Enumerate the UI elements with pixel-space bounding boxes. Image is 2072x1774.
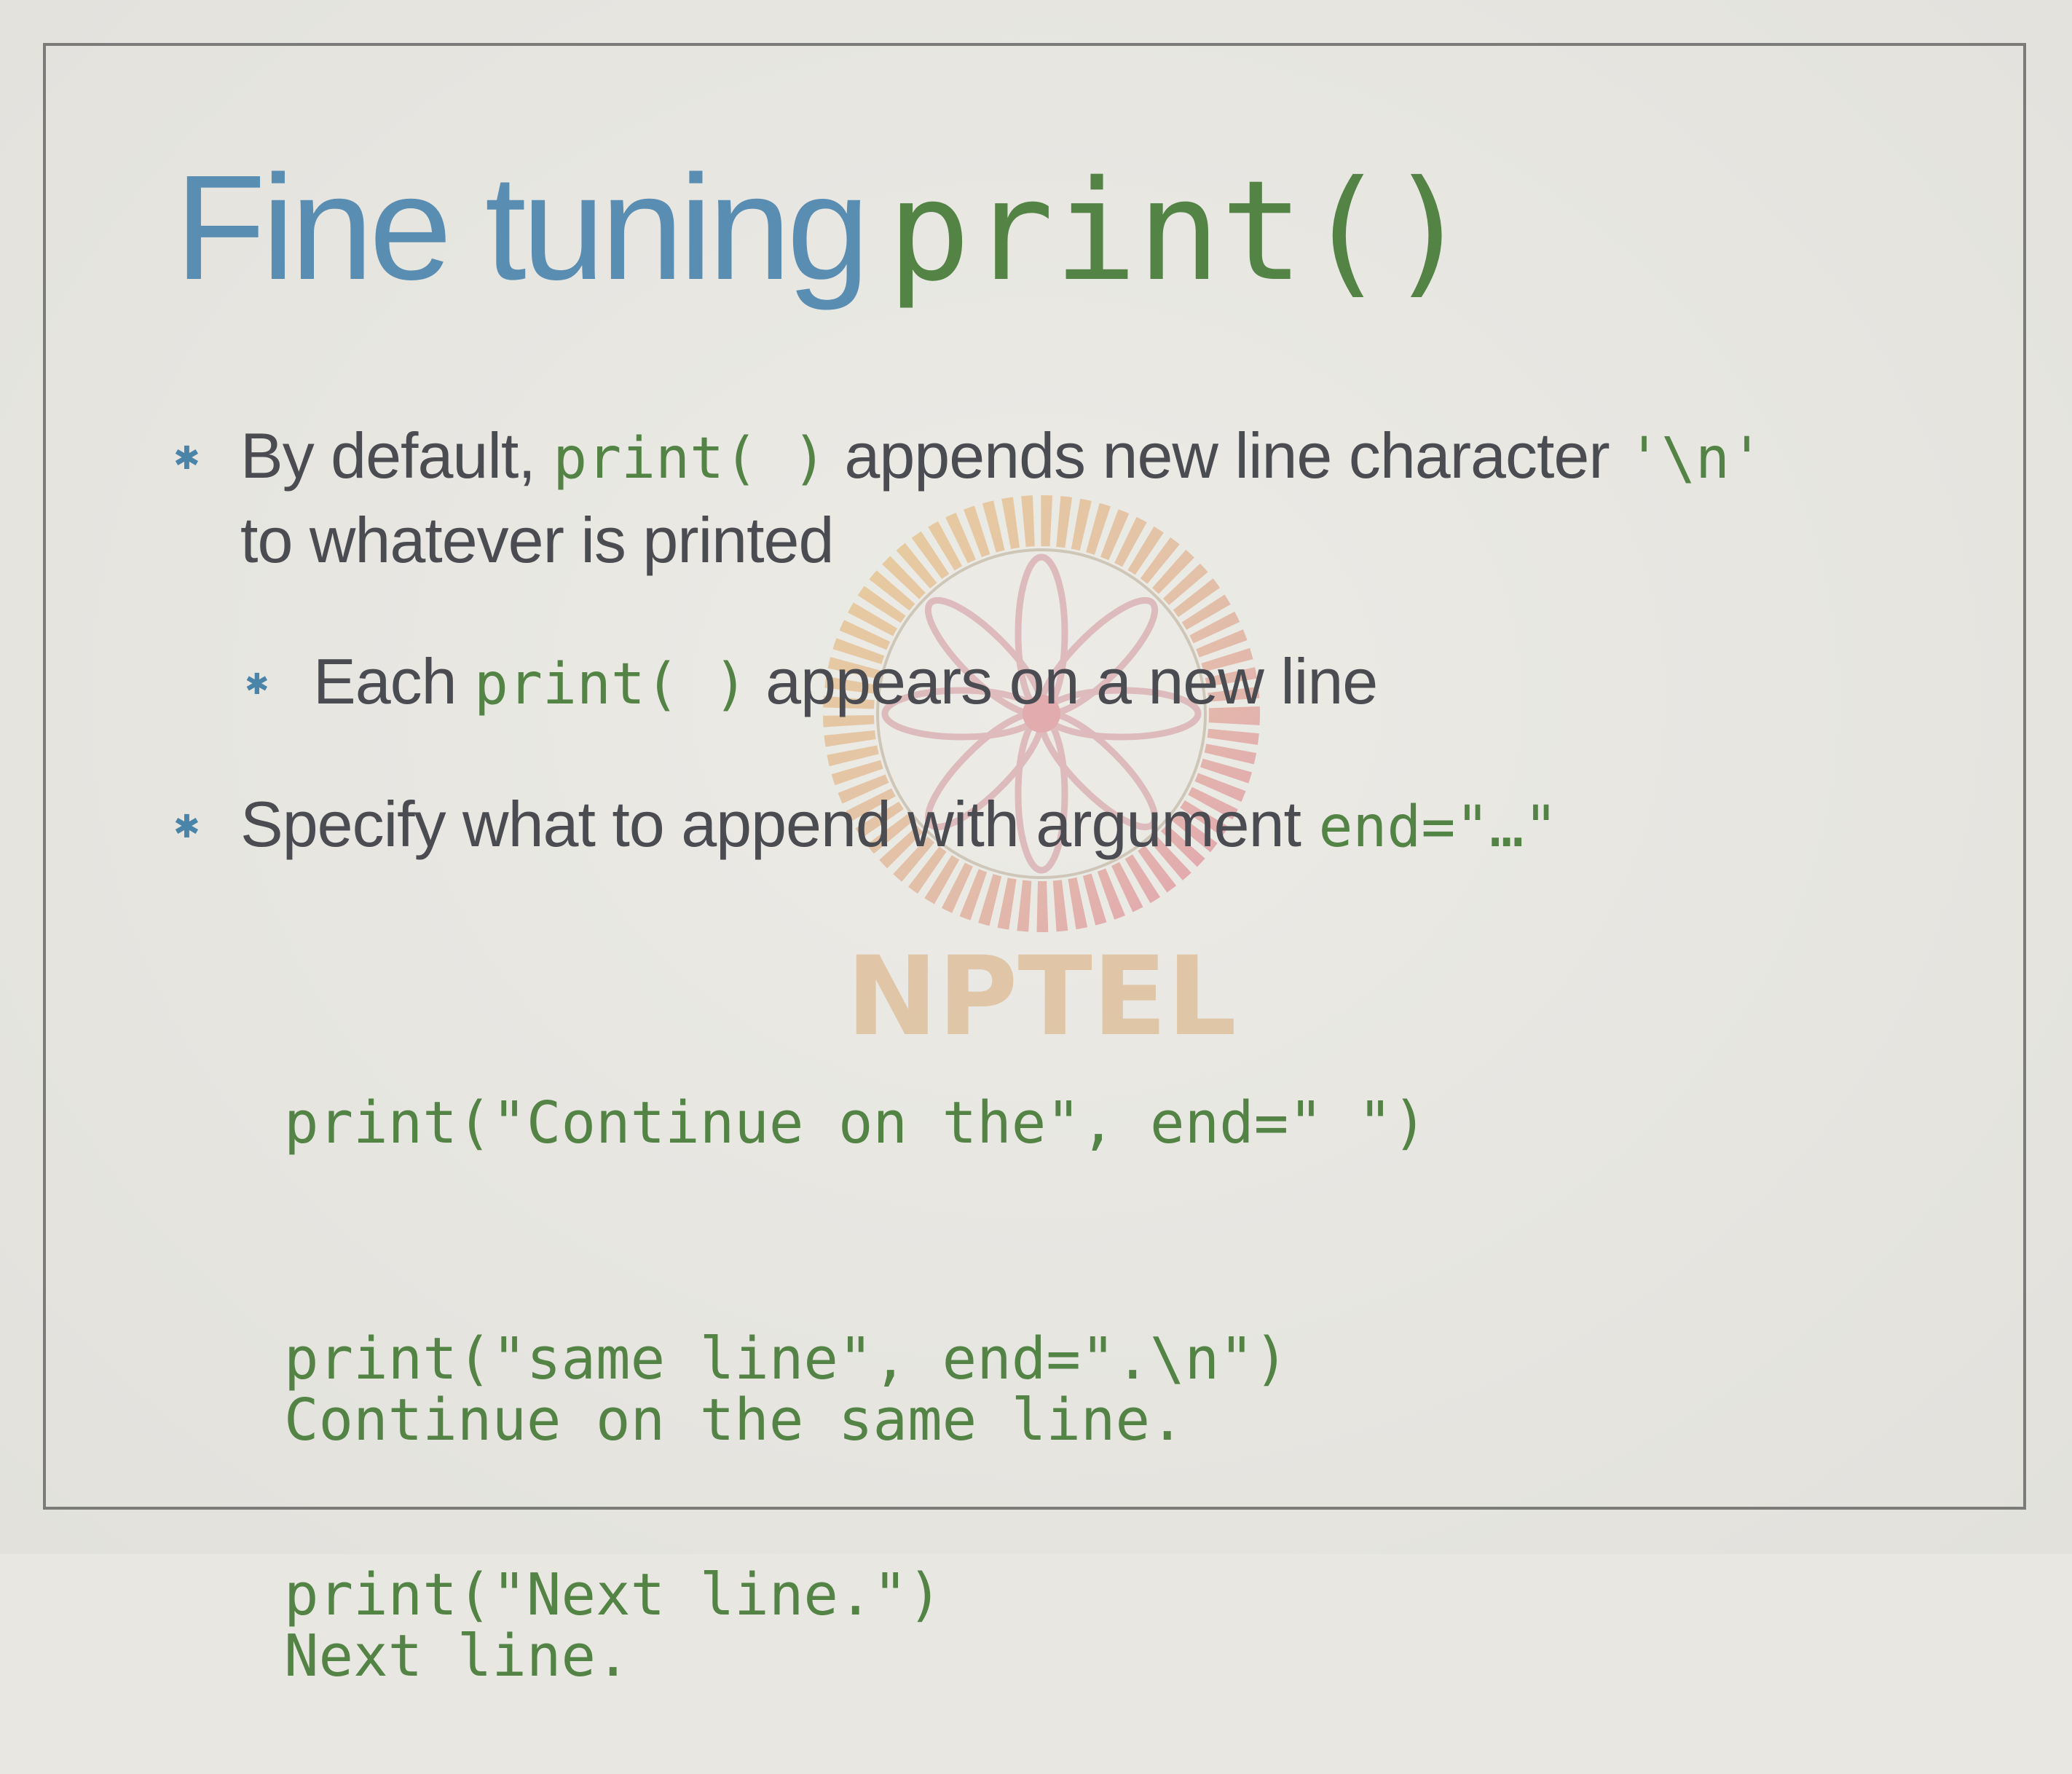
bullet-text: Specify what to append with argument [240, 788, 1301, 860]
inline-code: print( ) [474, 652, 748, 717]
title-text: Fine tuning [175, 144, 870, 311]
bullet-text: appends new line character [844, 419, 1610, 492]
asterisk-bullet-icon: ✱ [245, 668, 269, 701]
asterisk-bullet-icon: ✱ [173, 808, 200, 845]
code-line: print("Continue on the", end=" ") [284, 1089, 1427, 1156]
sub-bullet-item: ✱ Each print( ) appears on a new line [245, 641, 1378, 725]
bullet-item: ✱ Specify what to append with argument e… [173, 784, 1558, 868]
bullet-line: Specify what to append with argument end… [240, 784, 1558, 868]
bullet-line: Each print( ) appears on a new line [313, 641, 1378, 725]
bullet-text: Each [313, 645, 457, 717]
bullet-line: to whatever is printed [240, 500, 1764, 581]
bullet-text: appears on a new line [765, 645, 1378, 717]
bullet-text: to whatever is printed [240, 504, 834, 576]
bullet-line: By default, print( ) appends new line ch… [240, 415, 1764, 500]
title-code: print() [887, 151, 1471, 312]
bullet-text: By default, [240, 419, 536, 492]
inline-code: end="…" [1318, 795, 1559, 860]
bullet-item: ✱ By default, print( ) appends new line … [173, 415, 1764, 581]
asterisk-bullet-icon: ✱ [173, 440, 200, 477]
output-block: Continue on the same line. Next line. [284, 1223, 1185, 1774]
slide-title: Fine tuning print() [175, 153, 1470, 335]
output-line: Next line. [284, 1623, 631, 1690]
inline-code: '\n' [1627, 426, 1764, 492]
inline-code: print( ) [553, 426, 827, 492]
output-line: Continue on the same line. [284, 1387, 1185, 1454]
